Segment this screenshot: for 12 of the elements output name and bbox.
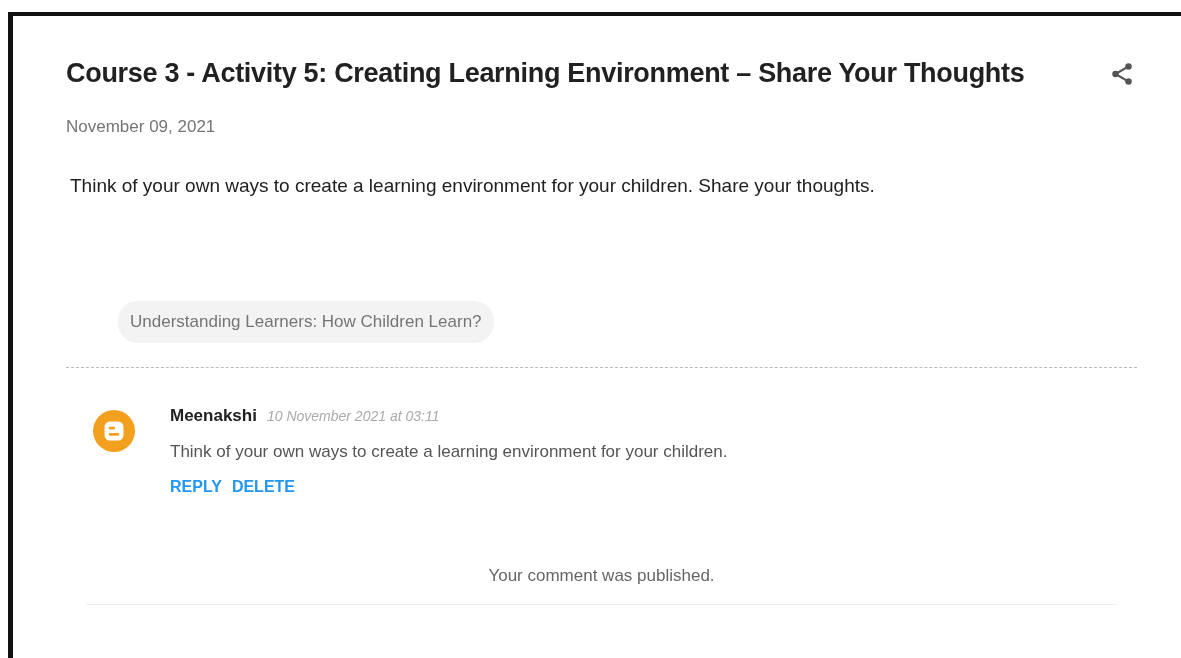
- label-chip[interactable]: Understanding Learners: How Children Learn?: [118, 301, 494, 343]
- status-message: Your comment was published.: [487, 566, 716, 586]
- post-title: Course 3 - Activity 5: Creating Learning Environment – Share Your Thoughts: [66, 58, 1025, 89]
- comment-text: Think of your own ways to create a learning environment for your children.: [170, 442, 728, 462]
- post-date: November 09, 2021: [66, 117, 217, 137]
- post-body: Think of your own ways to create a learning environment for your children. Share your thoughts.: [70, 175, 876, 197]
- comment-action-link[interactable]: DELETE: [231, 478, 295, 496]
- comment-author[interactable]: Meenakshi: [170, 406, 257, 425]
- comment-time[interactable]: 10 November 2021 at 03:11: [266, 408, 440, 424]
- avatar-icon: [93, 410, 135, 452]
- share-icon[interactable]: [1109, 60, 1135, 87]
- comment-action-link[interactable]: REPLY: [170, 478, 222, 496]
